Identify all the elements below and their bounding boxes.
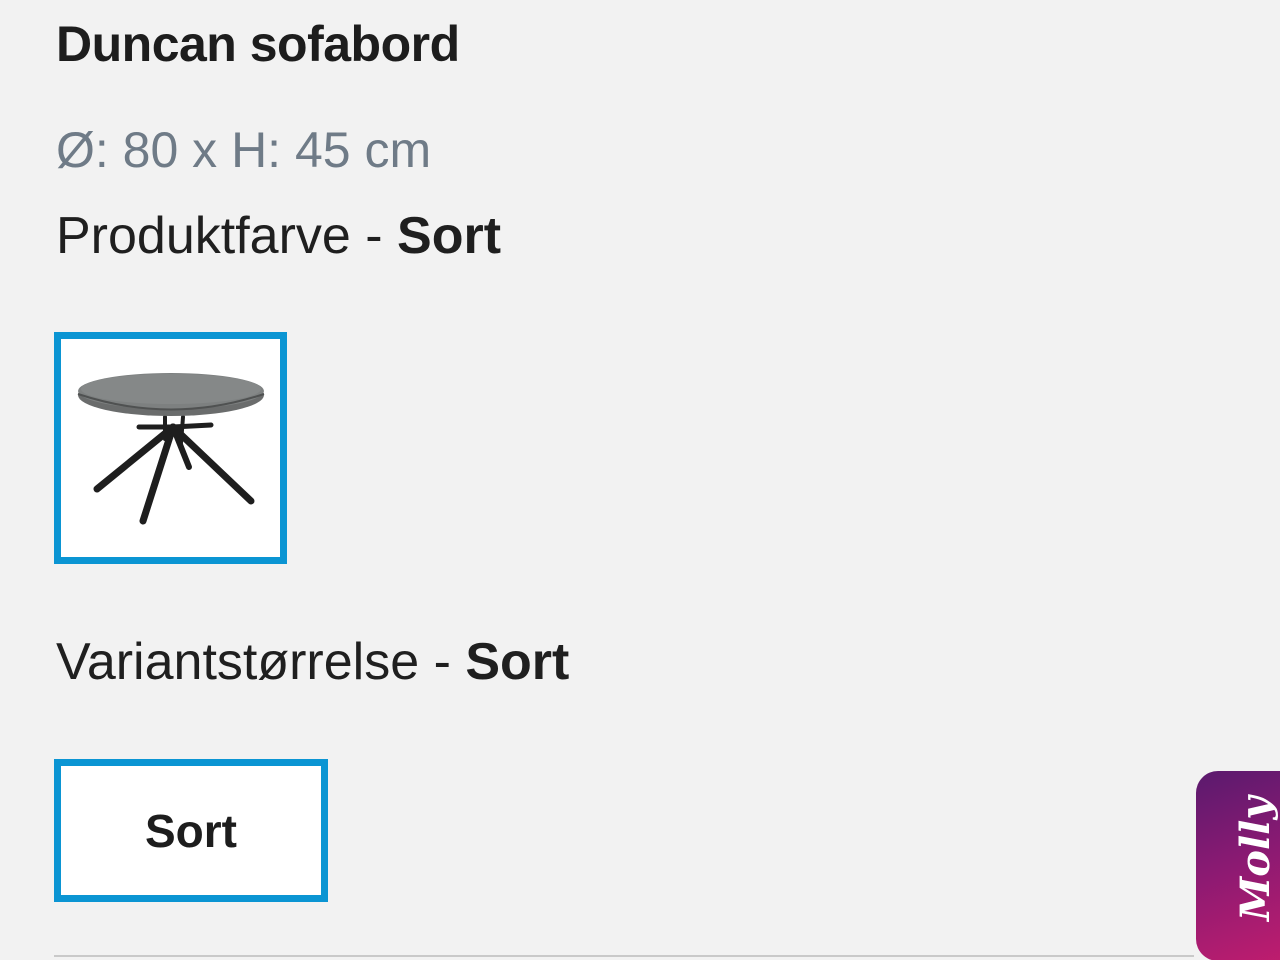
product-dimensions: Ø: 80 x H: 45 cm (56, 122, 432, 178)
size-option-label: Variantstørrelse - Sort (56, 632, 569, 692)
section-divider (54, 955, 1194, 957)
product-options-panel: Duncan sofabord Ø: 80 x H: 45 cm Produkt… (0, 0, 1280, 960)
size-option-label-text: Variantstørrelse - (56, 633, 466, 691)
product-title: Duncan sofabord (56, 16, 460, 72)
molly-chat-label: Molly (1232, 796, 1279, 921)
color-swatch-sort[interactable] (54, 332, 287, 564)
size-option-selected-value: Sort (465, 633, 570, 691)
size-option-button-sort[interactable]: Sort (54, 759, 328, 902)
molly-chat-widget-button[interactable]: Molly (1196, 771, 1280, 960)
color-option-selected-value: Sort (397, 207, 502, 265)
round-coffee-table-image (77, 373, 265, 525)
color-option-label-text: Produktfarve - (56, 207, 398, 265)
color-option-label: Produktfarve - Sort (56, 206, 501, 266)
